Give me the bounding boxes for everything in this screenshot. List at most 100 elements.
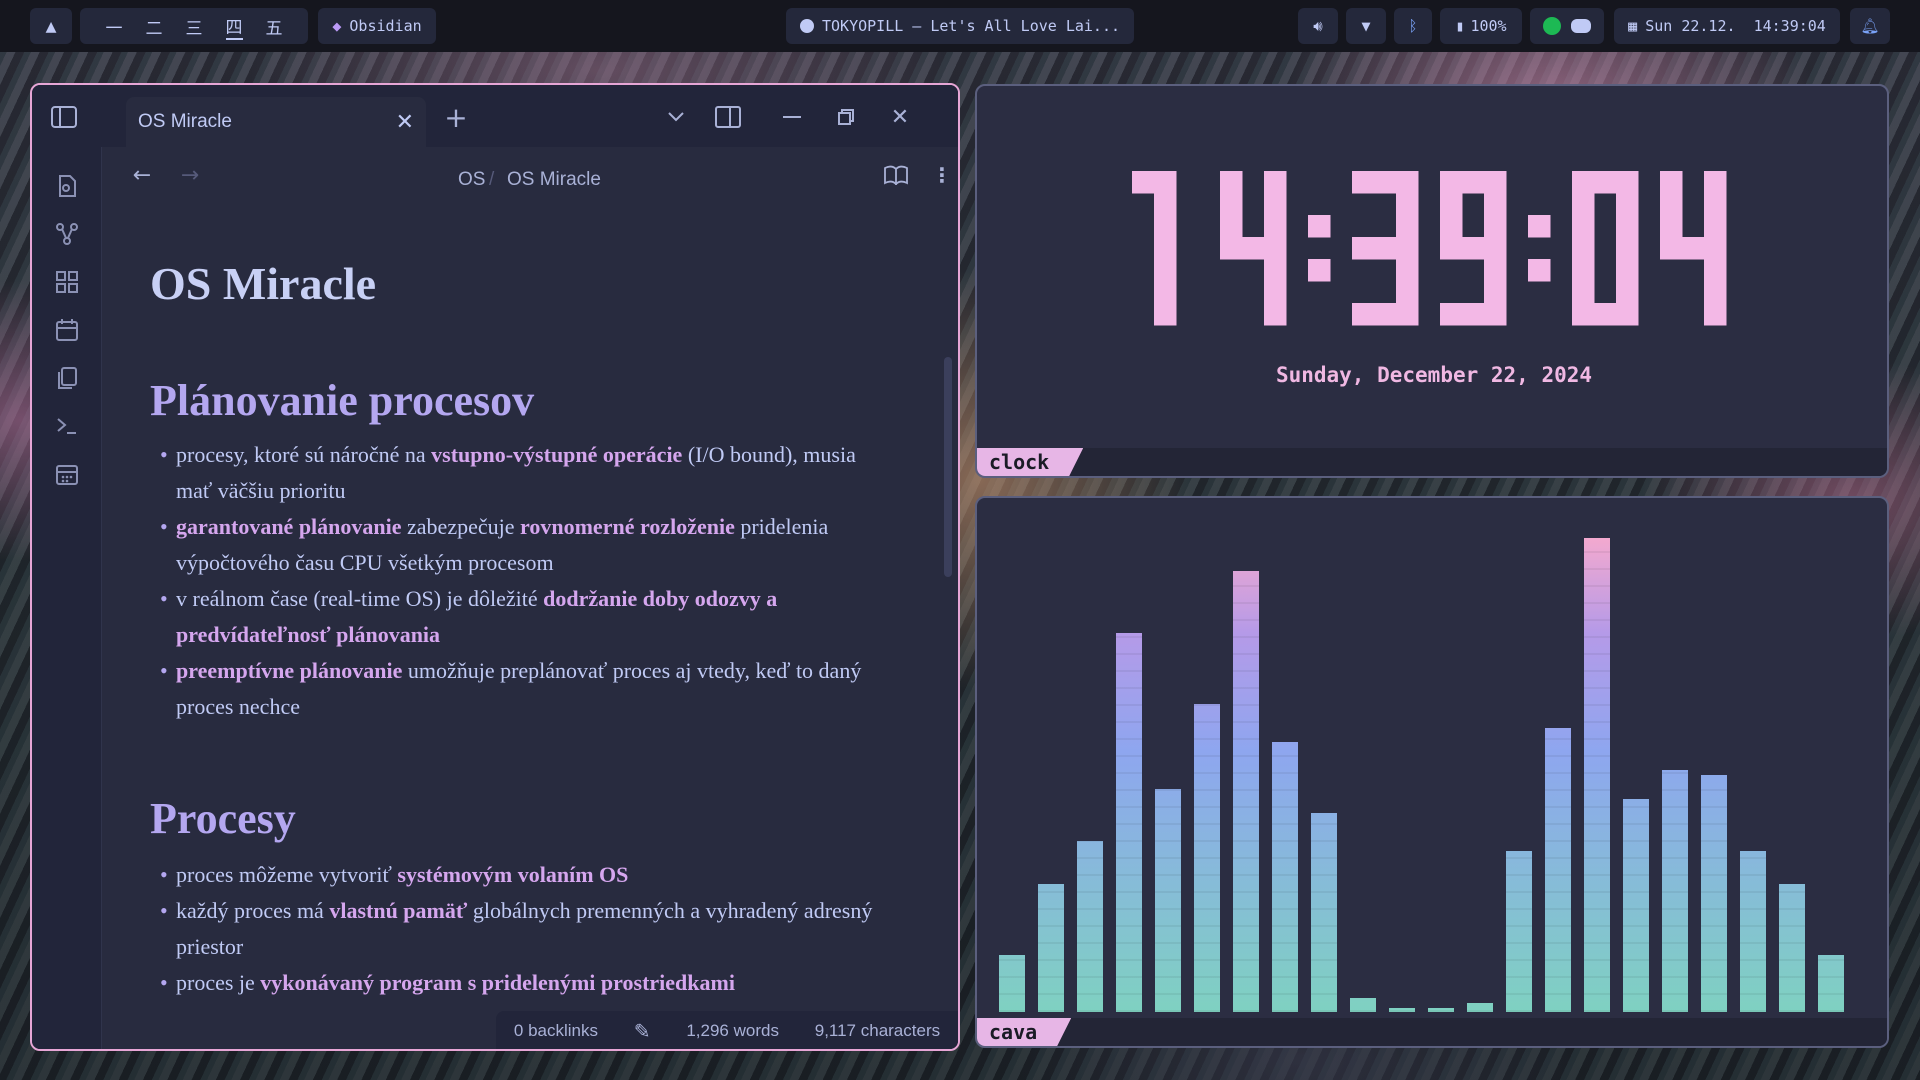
clock-pixel: [1242, 237, 1265, 260]
clock-pixel: [1484, 193, 1507, 216]
clock-terminal-bar: [977, 448, 1887, 476]
visualizer-bar: [1116, 633, 1142, 1012]
clock-pixel: [1220, 237, 1243, 260]
notifications-button[interactable]: 🔔︎: [1850, 8, 1890, 44]
daily-note-icon[interactable]: [54, 317, 80, 343]
battery-indicator[interactable]: ▮ 100%: [1440, 8, 1522, 44]
clock-pixel: [1352, 171, 1375, 194]
clock-pixel: [1484, 237, 1507, 260]
highlighted-text: vlastnú pamäť: [329, 898, 468, 923]
clock-pixel: [1264, 237, 1287, 260]
clock-pixel: [1396, 303, 1419, 326]
breadcrumb-parent[interactable]: OS: [458, 169, 485, 191]
bluetooth-button[interactable]: ᛒ: [1394, 8, 1432, 44]
spotify-tray-icon[interactable]: [1543, 17, 1561, 35]
breadcrumb-current[interactable]: OS Miracle: [507, 169, 601, 191]
edit-mode-icon[interactable]: ✎: [634, 1019, 651, 1044]
datetime-widget[interactable]: ▦ Sun 22.12. 14:39:04: [1614, 8, 1840, 44]
heading-planovanie-procesov: Plánovanie procesov: [150, 376, 535, 425]
launcher-button[interactable]: ▲: [30, 8, 72, 44]
more-options-button[interactable]: ⋮: [928, 161, 956, 189]
clock-pixel: [1572, 259, 1595, 282]
workspace-5[interactable]: 五: [254, 8, 294, 44]
tab-os-miracle[interactable]: OS Miracle ✕: [126, 97, 426, 147]
minimize-button[interactable]: [778, 103, 806, 131]
templates-icon[interactable]: [54, 365, 80, 391]
discord-tray-icon[interactable]: [1571, 19, 1591, 33]
plus-icon: +: [444, 100, 468, 134]
cava-terminal-bar: [977, 1018, 1887, 1046]
clock-pixel: [1484, 171, 1507, 194]
clock-pixel: [1154, 303, 1177, 326]
clock-pixel: [1616, 237, 1639, 260]
arrow-left-icon: ←: [132, 162, 152, 188]
clock-pixel: [1308, 215, 1331, 238]
clock-pixel: [1660, 171, 1683, 194]
battery-icon: ▮: [1455, 17, 1465, 35]
clock-pixel: [1154, 193, 1177, 216]
clock-pixel: [1264, 281, 1287, 304]
canvas-icon[interactable]: [54, 269, 80, 295]
back-button[interactable]: ←: [128, 161, 156, 189]
tray-apps: [1530, 8, 1604, 44]
clock-pixel: [1660, 193, 1683, 216]
clock-pixel: [1572, 237, 1595, 260]
clock-pixel: [1462, 171, 1485, 194]
clock-terminal-label: clock: [977, 448, 1083, 476]
workspace-3[interactable]: 三: [174, 8, 214, 44]
workspace-1[interactable]: 一: [94, 8, 134, 44]
tab-list-button[interactable]: [662, 103, 690, 131]
clock-pixel: [1154, 237, 1177, 260]
visualizer-bar: [1467, 1003, 1493, 1012]
spotify-icon: [799, 19, 814, 33]
heading-procesy: Procesy: [150, 794, 296, 843]
clock-pixel: [1308, 259, 1331, 282]
workspace-4[interactable]: 四: [214, 8, 254, 44]
sidebar-right-icon: [715, 106, 741, 128]
toggle-right-sidebar-button[interactable]: [714, 103, 742, 131]
clock-pixel: [1374, 237, 1397, 260]
maximize-button[interactable]: [832, 103, 860, 131]
clock-pixel: [1264, 193, 1287, 216]
clock-pixel: [1704, 281, 1727, 304]
close-window-button[interactable]: ✕: [886, 103, 914, 131]
visualizer-bar: [1155, 789, 1181, 1012]
clock-pixel: [1352, 303, 1375, 326]
clock-pixel: [1154, 281, 1177, 304]
graph-view-icon[interactable]: [54, 221, 80, 247]
plain-text: proces môžeme vytvoriť: [176, 862, 398, 887]
visualizer-bar: [1389, 1008, 1415, 1012]
visualizer-bar: [1545, 728, 1571, 1012]
terminal-icon[interactable]: [54, 413, 80, 439]
active-window-indicator[interactable]: ◆ Obsidian: [318, 8, 436, 44]
toggle-left-sidebar-button[interactable]: [50, 103, 78, 131]
workspace-2[interactable]: 二: [134, 8, 174, 44]
reading-view-button[interactable]: [882, 161, 910, 189]
visualizer-bar: [1233, 571, 1259, 1012]
media-player-widget[interactable]: TOKYOPILL – Let's All Love Lai...: [786, 8, 1134, 44]
status-bar: 0 backlinks ✎ 1,296 words 9,117 characte…: [496, 1011, 958, 1049]
clock-pixel: [1682, 237, 1705, 260]
clock-pixel: [1462, 237, 1485, 260]
clock-pixel: [1616, 281, 1639, 304]
volume-button[interactable]: 🔊︎: [1298, 8, 1338, 44]
clock-pixel: [1616, 259, 1639, 282]
backlinks-count[interactable]: 0 backlinks: [514, 1021, 598, 1041]
forward-button[interactable]: →: [176, 161, 204, 189]
close-tab-icon[interactable]: ✕: [396, 110, 414, 135]
visualizer-bar: [1701, 775, 1727, 1012]
breadcrumb-separator: /: [489, 169, 495, 190]
switcher-icon[interactable]: [54, 173, 80, 199]
clock-pixel: [1572, 281, 1595, 304]
book-open-icon: [884, 165, 908, 185]
list-item: preemptívne plánovanie umožňuje prepláno…: [144, 653, 884, 725]
restore-icon: [838, 109, 854, 125]
clock-pixel: [1616, 171, 1639, 194]
wifi-button[interactable]: ▼: [1346, 8, 1386, 44]
editor-scrollbar[interactable]: [944, 357, 952, 577]
new-tab-button[interactable]: +: [442, 100, 470, 134]
clock-pixel: [1704, 303, 1727, 326]
plain-text: v reálnom čase (real-time OS) je dôležit…: [176, 586, 544, 611]
cava-terminal-window: cava: [975, 496, 1889, 1048]
calendar-view-icon[interactable]: [54, 461, 80, 487]
